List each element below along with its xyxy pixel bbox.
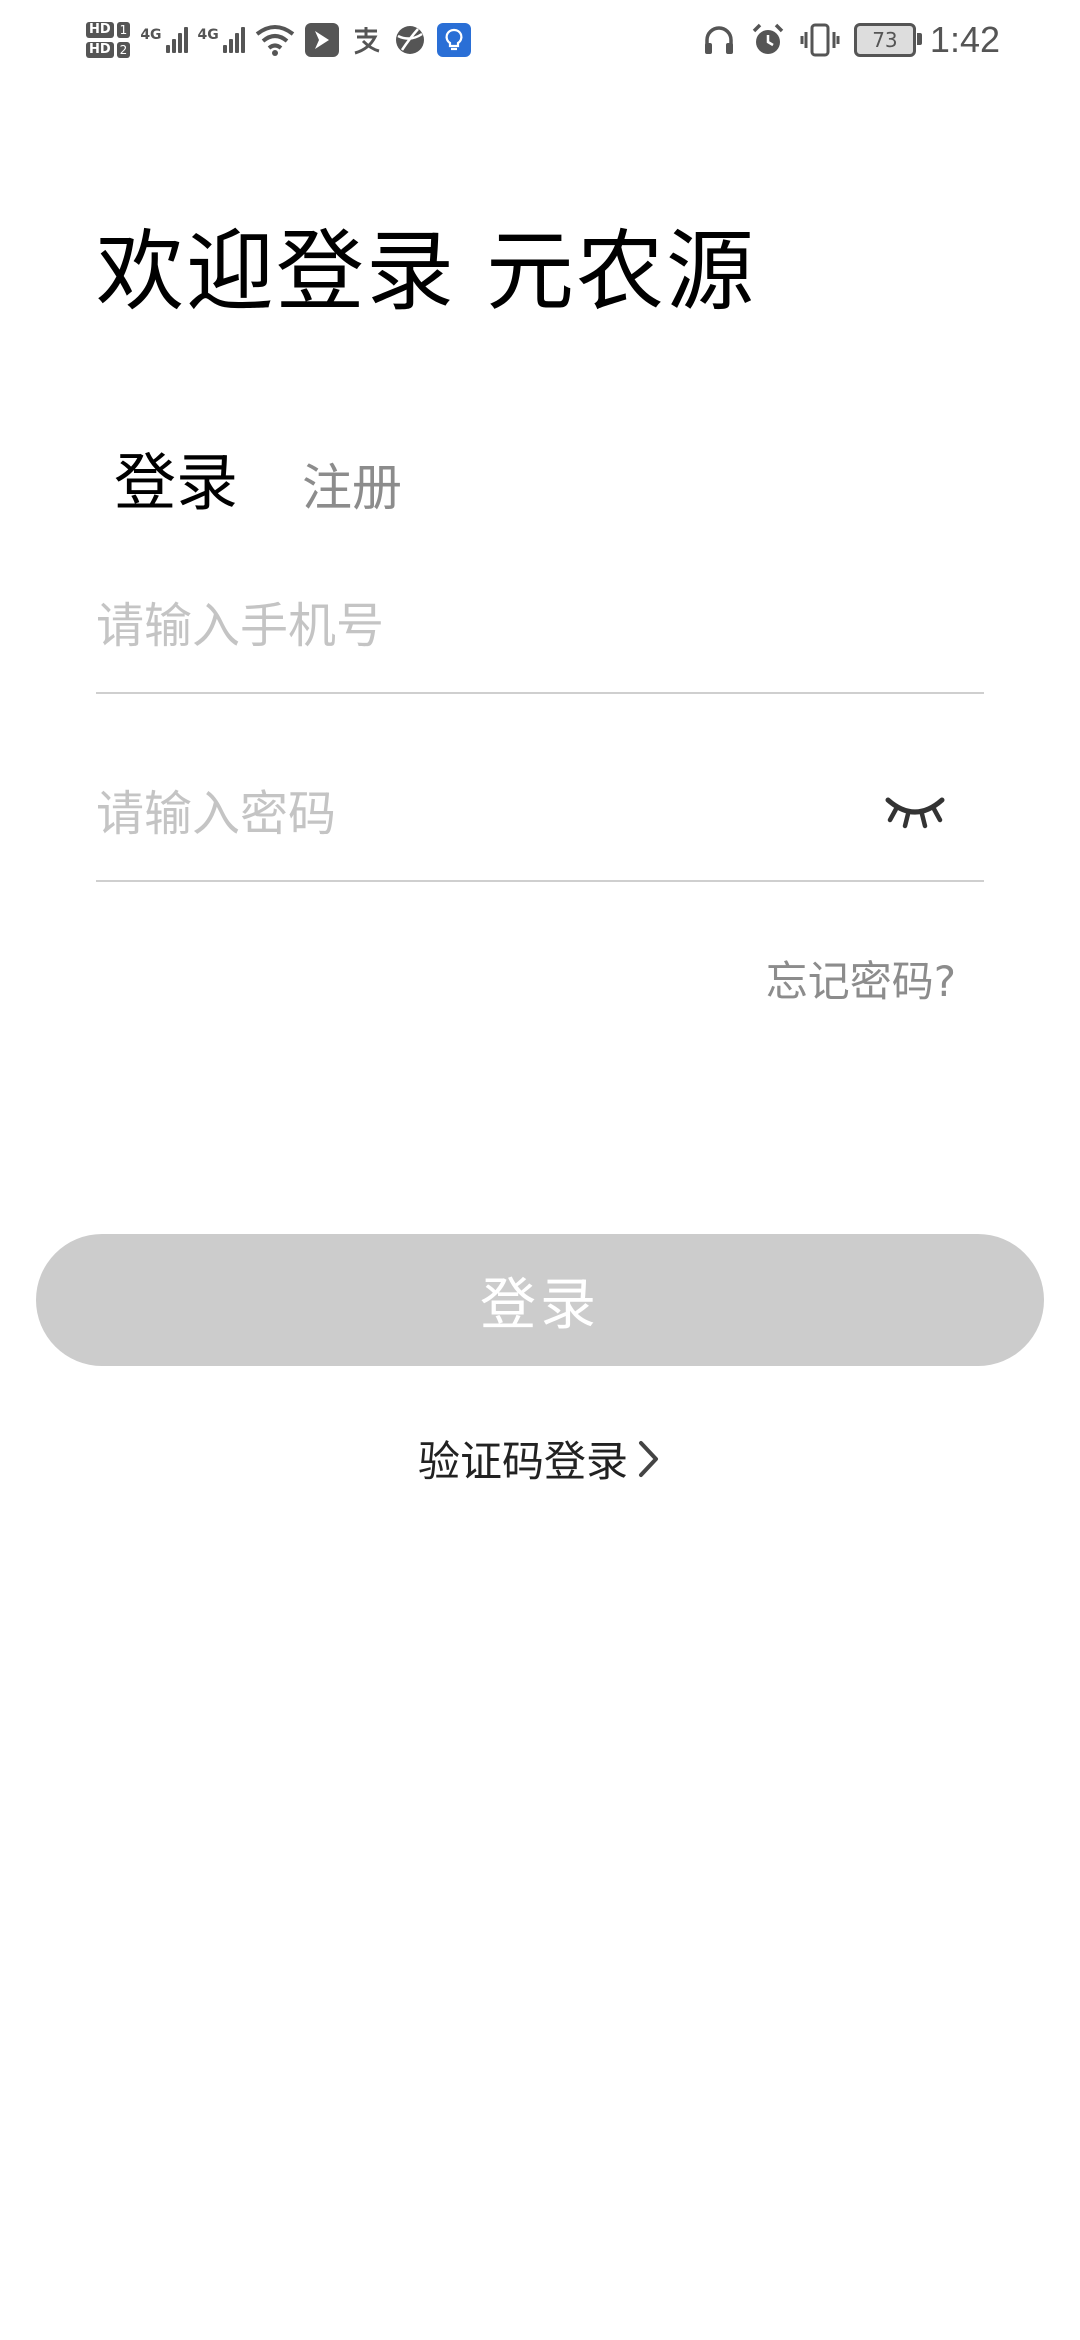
lightbulb-icon	[436, 23, 471, 57]
password-field-container	[96, 768, 984, 882]
globe-icon	[395, 26, 424, 54]
signal-icon-2: 4G	[198, 27, 245, 53]
hd-indicators: HD 1 HD 2	[86, 22, 131, 58]
hd-label-2: HD	[86, 42, 114, 58]
password-input[interactable]	[96, 774, 876, 854]
chevron-right-icon	[639, 1440, 658, 1477]
status-bar: HD 1 HD 2 4G 4G 73 1:42	[0, 0, 1080, 80]
page-title: 欢迎登录 元农源	[96, 220, 756, 323]
sms-login-label: 验证码登录	[417, 1437, 628, 1486]
alipay-icon	[354, 27, 380, 55]
sms-login-link[interactable]: 验证码登录	[0, 1428, 1080, 1489]
battery-level: 73	[872, 28, 898, 52]
hd-badge-1: HD 1	[86, 22, 131, 38]
status-left: HD 1 HD 2 4G 4G	[86, 10, 471, 70]
tab-register-label: 注册	[302, 459, 402, 517]
hd-num-2: 2	[116, 42, 131, 58]
vibrate-icon	[800, 23, 840, 57]
phone-field-container	[96, 580, 984, 694]
clock: 1:42	[929, 19, 1000, 60]
battery-icon: 73	[853, 23, 922, 57]
eye-closed-icon[interactable]	[882, 790, 948, 830]
tab-login-label: 登录	[114, 446, 239, 519]
tab-register[interactable]: 注册	[302, 458, 402, 518]
app-arrow-icon	[304, 23, 339, 57]
phone-input[interactable]	[96, 586, 876, 666]
hd-badge-2: HD 2	[86, 42, 131, 58]
login-button[interactable]: 登录	[36, 1234, 1044, 1366]
tab-login[interactable]: 登录	[114, 446, 239, 522]
status-right: 73 1:42	[702, 10, 1000, 70]
alarm-icon	[752, 23, 784, 54]
network-label-2: 4G	[197, 27, 219, 43]
hd-num-1: 1	[116, 22, 131, 38]
wifi-icon	[255, 25, 295, 56]
forgot-password-link[interactable]: 忘记密码?	[766, 948, 956, 1009]
hd-label-1: HD	[86, 22, 114, 38]
network-label-1: 4G	[140, 27, 162, 43]
headphones-icon	[704, 26, 733, 54]
signal-icon-1: 4G	[140, 27, 188, 53]
